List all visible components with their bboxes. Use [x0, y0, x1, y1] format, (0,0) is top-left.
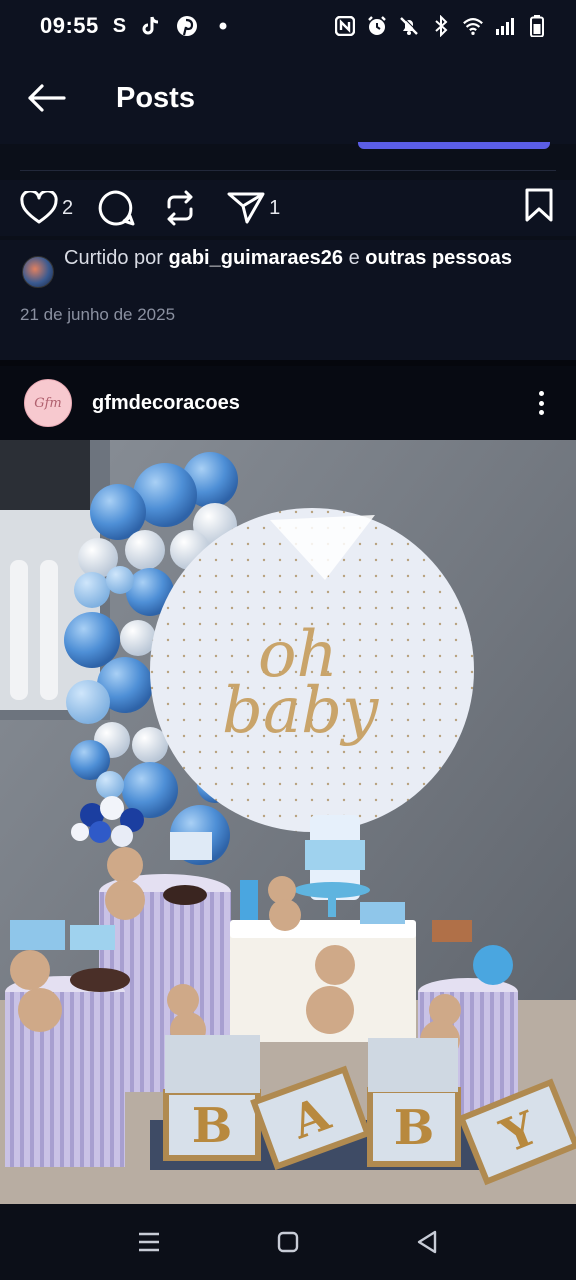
dot-icon — [212, 15, 234, 37]
comment-icon — [98, 190, 135, 226]
save-button[interactable] — [524, 188, 554, 227]
author-username[interactable]: gfmdecoracoes — [92, 392, 240, 415]
bluetooth-icon — [430, 15, 452, 37]
tab-indicator — [358, 142, 550, 149]
signal-icon — [494, 15, 516, 37]
repost-icon — [167, 190, 193, 226]
status-left-icons: S — [113, 15, 234, 38]
avatar-logo-text: Gfm — [34, 395, 62, 411]
heart-icon — [20, 191, 58, 224]
likes-text: Curtido por gabi_guimaraes26 e outras pe… — [64, 246, 544, 271]
comment-button[interactable] — [97, 189, 135, 227]
like-count: 2 — [62, 196, 74, 219]
likes-summary[interactable]: Curtido por gabi_guimaraes26 e outras pe… — [0, 240, 576, 302]
likes-middle: e — [343, 247, 366, 269]
alarm-icon — [366, 15, 388, 37]
recent-apps-button[interactable] — [119, 1212, 179, 1272]
mute-icon — [398, 15, 420, 37]
nfc-icon — [334, 15, 356, 37]
back-button[interactable] — [14, 66, 78, 130]
like-button[interactable]: 2 — [20, 191, 73, 225]
triangle-back-icon — [417, 1230, 436, 1254]
wifi-icon — [462, 15, 484, 37]
sign-line-2: baby — [222, 674, 379, 748]
baby-shower-decoration-photo: oh baby B A B Y — [0, 440, 576, 1204]
more-dots-icon — [538, 391, 544, 396]
status-bar: 09:55 S — [0, 0, 576, 52]
send-icon — [227, 192, 265, 224]
status-right-icons — [334, 15, 548, 37]
block-letter: B — [394, 1100, 435, 1156]
share-button[interactable]: 1 — [227, 191, 280, 225]
block-letter: B — [192, 1098, 233, 1154]
battery-icon — [526, 15, 548, 37]
author-avatar[interactable]: Gfm — [24, 379, 72, 427]
status-time: 09:55 — [40, 13, 99, 38]
bookmark-icon — [525, 188, 553, 222]
square-icon — [277, 1231, 299, 1253]
s-app-icon: S — [112, 14, 127, 37]
divider — [20, 170, 556, 171]
more-options-button[interactable] — [526, 388, 556, 418]
pinterest-icon — [176, 15, 198, 37]
oh-baby-round-panel: oh baby — [150, 508, 474, 832]
likes-prefix: Curtido por — [64, 247, 169, 269]
share-count: 1 — [269, 196, 281, 219]
arrow-left-icon — [28, 84, 66, 112]
post-header: Gfm gfmdecoracoes — [0, 366, 576, 440]
liker-username[interactable]: gabi_guimaraes26 — [169, 247, 344, 269]
post-action-row: 2 1 — [0, 180, 576, 236]
home-button[interactable] — [258, 1212, 318, 1272]
post-date: 21 de junho de 2025 — [20, 305, 176, 324]
repost-button[interactable] — [163, 190, 197, 226]
post-image[interactable]: oh baby B A B Y — [0, 440, 576, 1204]
tiktok-icon — [140, 15, 162, 37]
page-title: Posts — [116, 81, 195, 114]
menu-icon — [139, 1232, 160, 1252]
back-nav-button[interactable] — [397, 1212, 457, 1272]
app-header: Posts — [0, 52, 576, 144]
others-link[interactable]: outras pessoas — [365, 247, 512, 269]
avatar — [22, 256, 54, 288]
system-navigation-bar — [0, 1204, 576, 1280]
